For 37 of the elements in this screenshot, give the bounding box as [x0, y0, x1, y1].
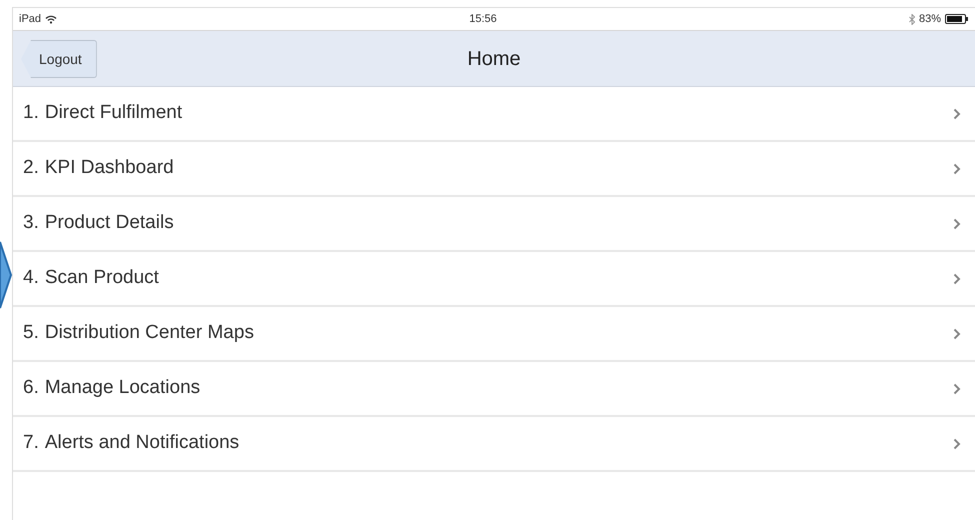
wifi-icon — [45, 14, 58, 24]
item-number: 4. — [23, 266, 39, 290]
clock-time: 15:56 — [469, 12, 497, 27]
item-number: 1. — [23, 101, 39, 126]
bluetooth-icon — [908, 14, 915, 24]
item-number: 5. — [23, 321, 39, 346]
menu-item[interactable]: 2. KPI Dashboard — [13, 142, 975, 197]
menu-item[interactable]: 3. Product Details — [13, 197, 975, 252]
item-number: 7. — [23, 431, 39, 456]
battery-percentage: 83% — [918, 12, 941, 27]
item-number: 6. — [23, 376, 39, 400]
item-number: 2. — [23, 156, 39, 180]
menu-item[interactable]: 5. Distribution Center Maps — [13, 307, 975, 362]
chevron-right-icon — [953, 438, 961, 450]
menu-item[interactable]: 7. Alerts and Notifications — [13, 417, 975, 472]
page-title: Home — [467, 46, 521, 72]
menu-item[interactable]: 1. Direct Fulfilment — [13, 87, 975, 142]
chevron-right-icon — [953, 162, 961, 174]
menu-item[interactable]: 4. Scan Product — [13, 252, 975, 307]
chevron-right-icon — [953, 382, 961, 394]
item-label: KPI Dashboard — [44, 156, 174, 180]
item-label: Distribution Center Maps — [44, 321, 254, 346]
chevron-right-icon — [953, 272, 961, 284]
item-label: Product Details — [44, 211, 174, 236]
item-label: Direct Fulfilment — [44, 101, 182, 126]
chevron-right-icon — [953, 108, 961, 120]
item-label: Scan Product — [44, 266, 159, 290]
battery-icon — [945, 14, 969, 24]
chevron-right-icon — [953, 218, 961, 230]
device-name: iPad — [19, 12, 42, 27]
item-label: Alerts and Notifications — [44, 431, 240, 456]
item-number: 3. — [23, 211, 39, 236]
logout-button[interactable]: Logout — [21, 40, 97, 78]
menu-item[interactable]: 6. Manage Locations — [13, 362, 975, 417]
pointer-arrow-icon — [0, 241, 12, 309]
chevron-right-icon — [953, 328, 961, 340]
item-label: Manage Locations — [44, 376, 200, 400]
